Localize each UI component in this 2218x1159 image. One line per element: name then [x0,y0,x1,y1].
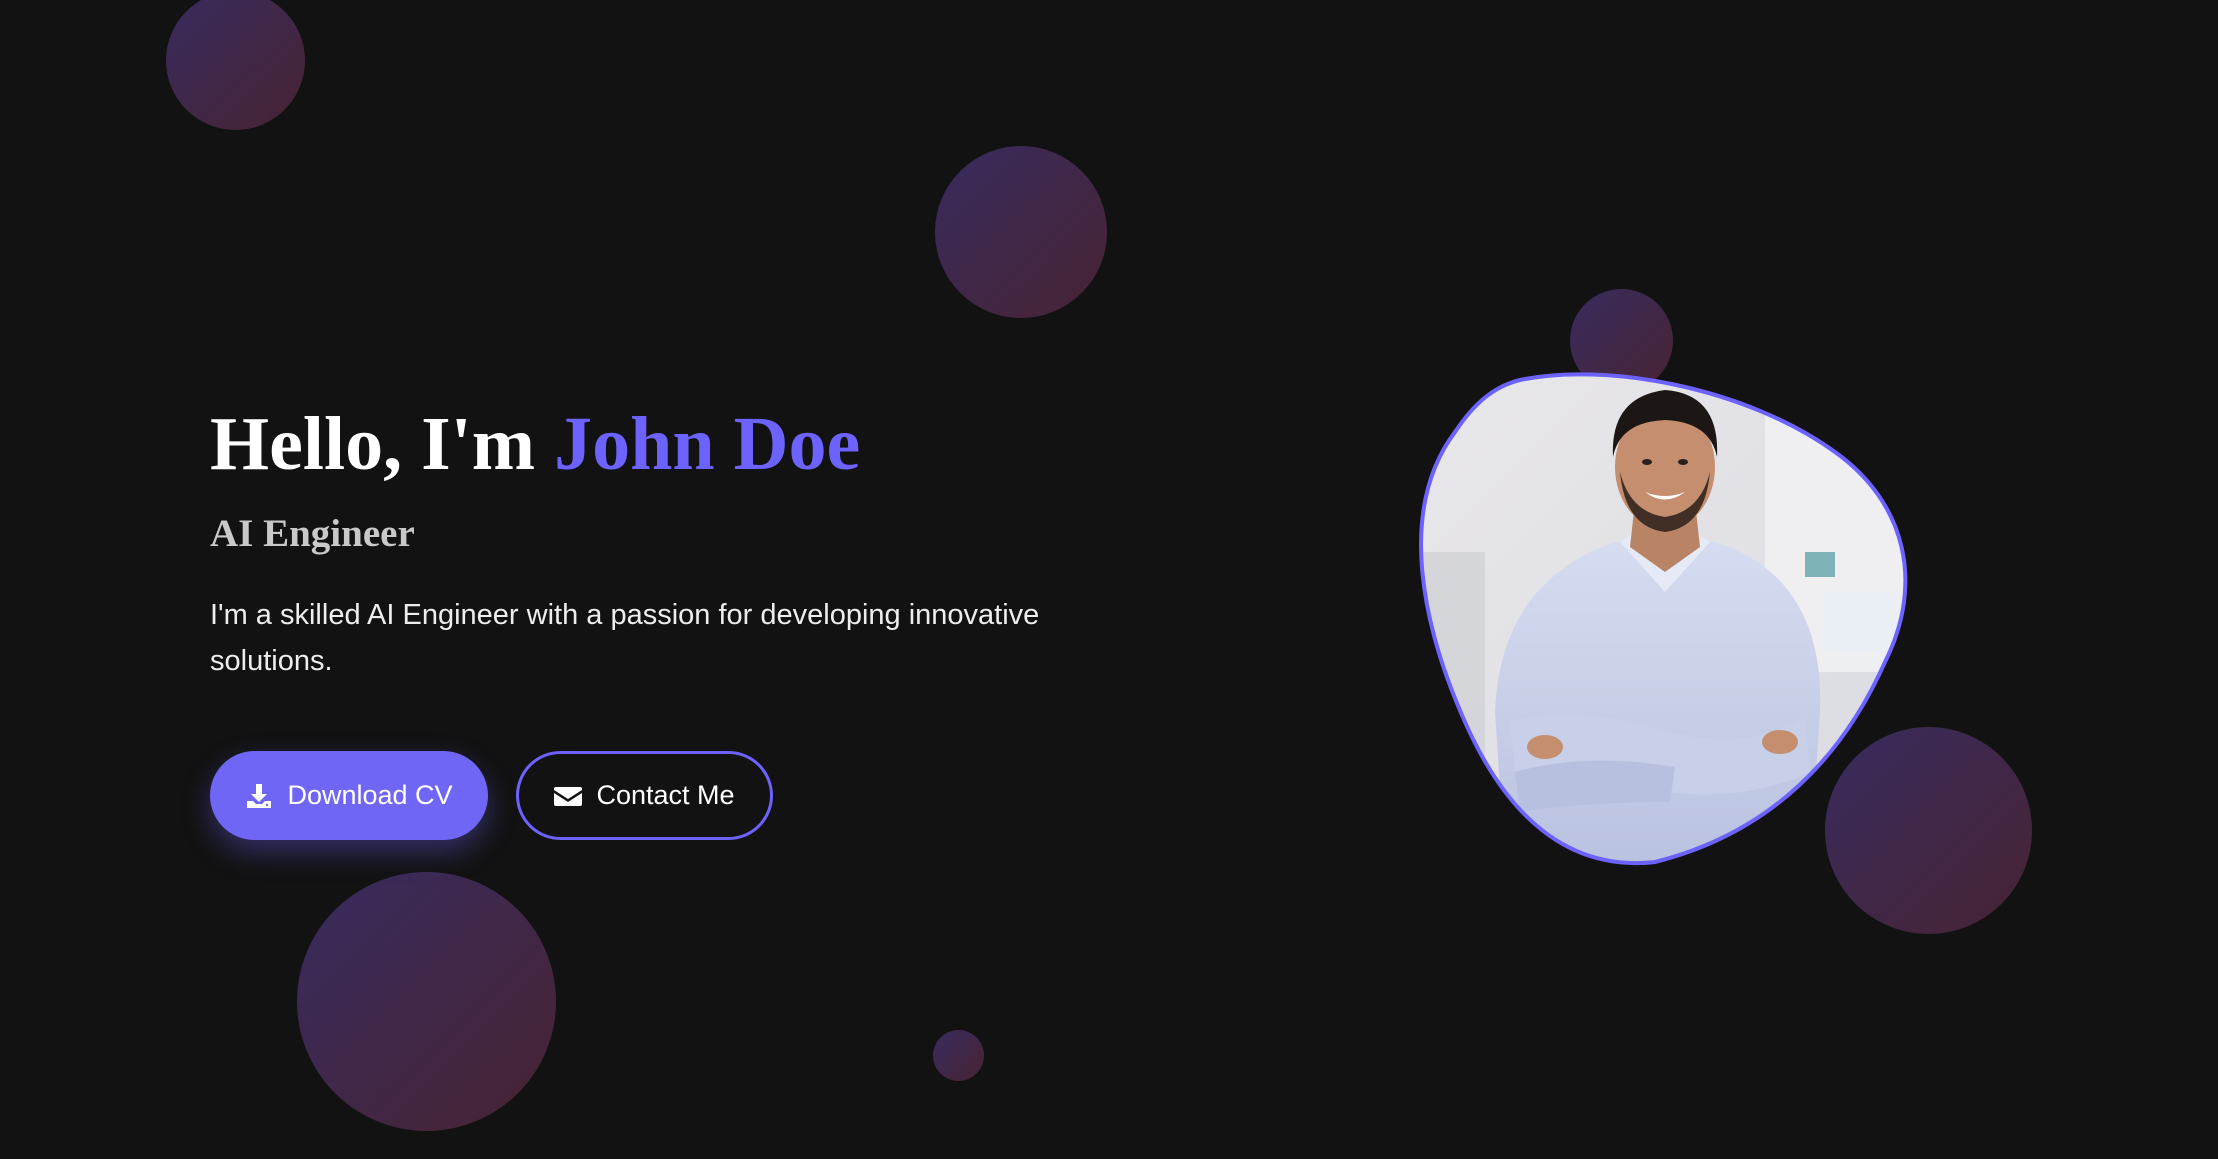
download-cv-button[interactable]: Download CV [210,751,488,840]
envelope-icon [554,785,583,807]
hero-description: I'm a skilled AI Engineer with a passion… [210,599,1040,677]
contact-me-label: Contact Me [596,780,735,810]
hero-text: Hello, I'm John Doe AI Engineer I'm a sk… [210,398,1090,684]
hero-headline: Hello, I'm John Doe [210,398,1090,490]
decorative-bubble [166,0,305,130]
profile-portrait [1419,372,1908,866]
decorative-bubble [935,146,1107,318]
contact-me-button[interactable]: Contact Me [516,751,773,840]
download-cv-label: Download CV [287,780,453,810]
role-title: AI Engineer [210,512,415,555]
greeting-text: Hello, I'm [210,402,555,486]
decorative-bubble [933,1030,984,1081]
name-highlight: John Doe [554,402,861,486]
hero-section: Hello, I'm John Doe AI Engineer I'm a sk… [0,0,2218,1159]
decorative-bubble [297,872,556,1131]
download-icon [245,782,273,810]
hero-actions: Download CV Contact Me [210,751,773,840]
